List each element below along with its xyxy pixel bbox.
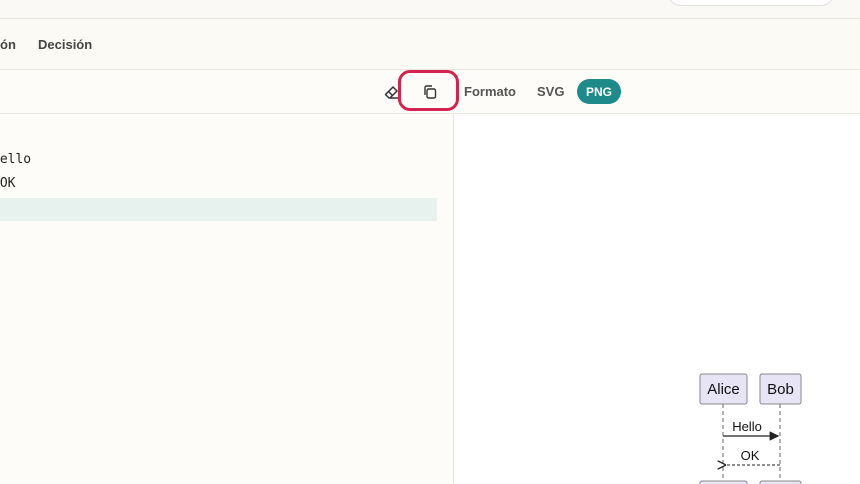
top-bar xyxy=(0,0,860,19)
code-line: Hello xyxy=(0,152,32,167)
png-format-button[interactable]: PNG xyxy=(577,79,621,104)
participant-bob: Bob xyxy=(767,381,794,398)
tab-decision[interactable]: Decisión xyxy=(38,37,92,52)
message-ok: OK xyxy=(741,448,760,463)
active-line-highlight xyxy=(0,198,437,221)
diagram-preview: Alice Bob Hello OK xyxy=(454,114,860,484)
format-label: Formato xyxy=(464,84,516,99)
editor-toolbar: Formato SVG PNG xyxy=(0,70,860,114)
diagram-type-tabs: ón Decisión xyxy=(0,19,860,70)
top-search-pill[interactable] xyxy=(668,0,834,6)
copy-icon[interactable] xyxy=(421,83,439,101)
tab-partial[interactable]: ón xyxy=(0,37,16,52)
message-hello: Hello xyxy=(732,419,762,434)
svg-format-button[interactable]: SVG xyxy=(537,84,564,99)
participant-alice: Alice xyxy=(707,381,740,398)
sequence-diagram: Alice Bob Hello OK xyxy=(699,373,802,484)
code-editor[interactable]: Hello OK xyxy=(0,114,454,484)
code-line: OK xyxy=(0,176,16,191)
